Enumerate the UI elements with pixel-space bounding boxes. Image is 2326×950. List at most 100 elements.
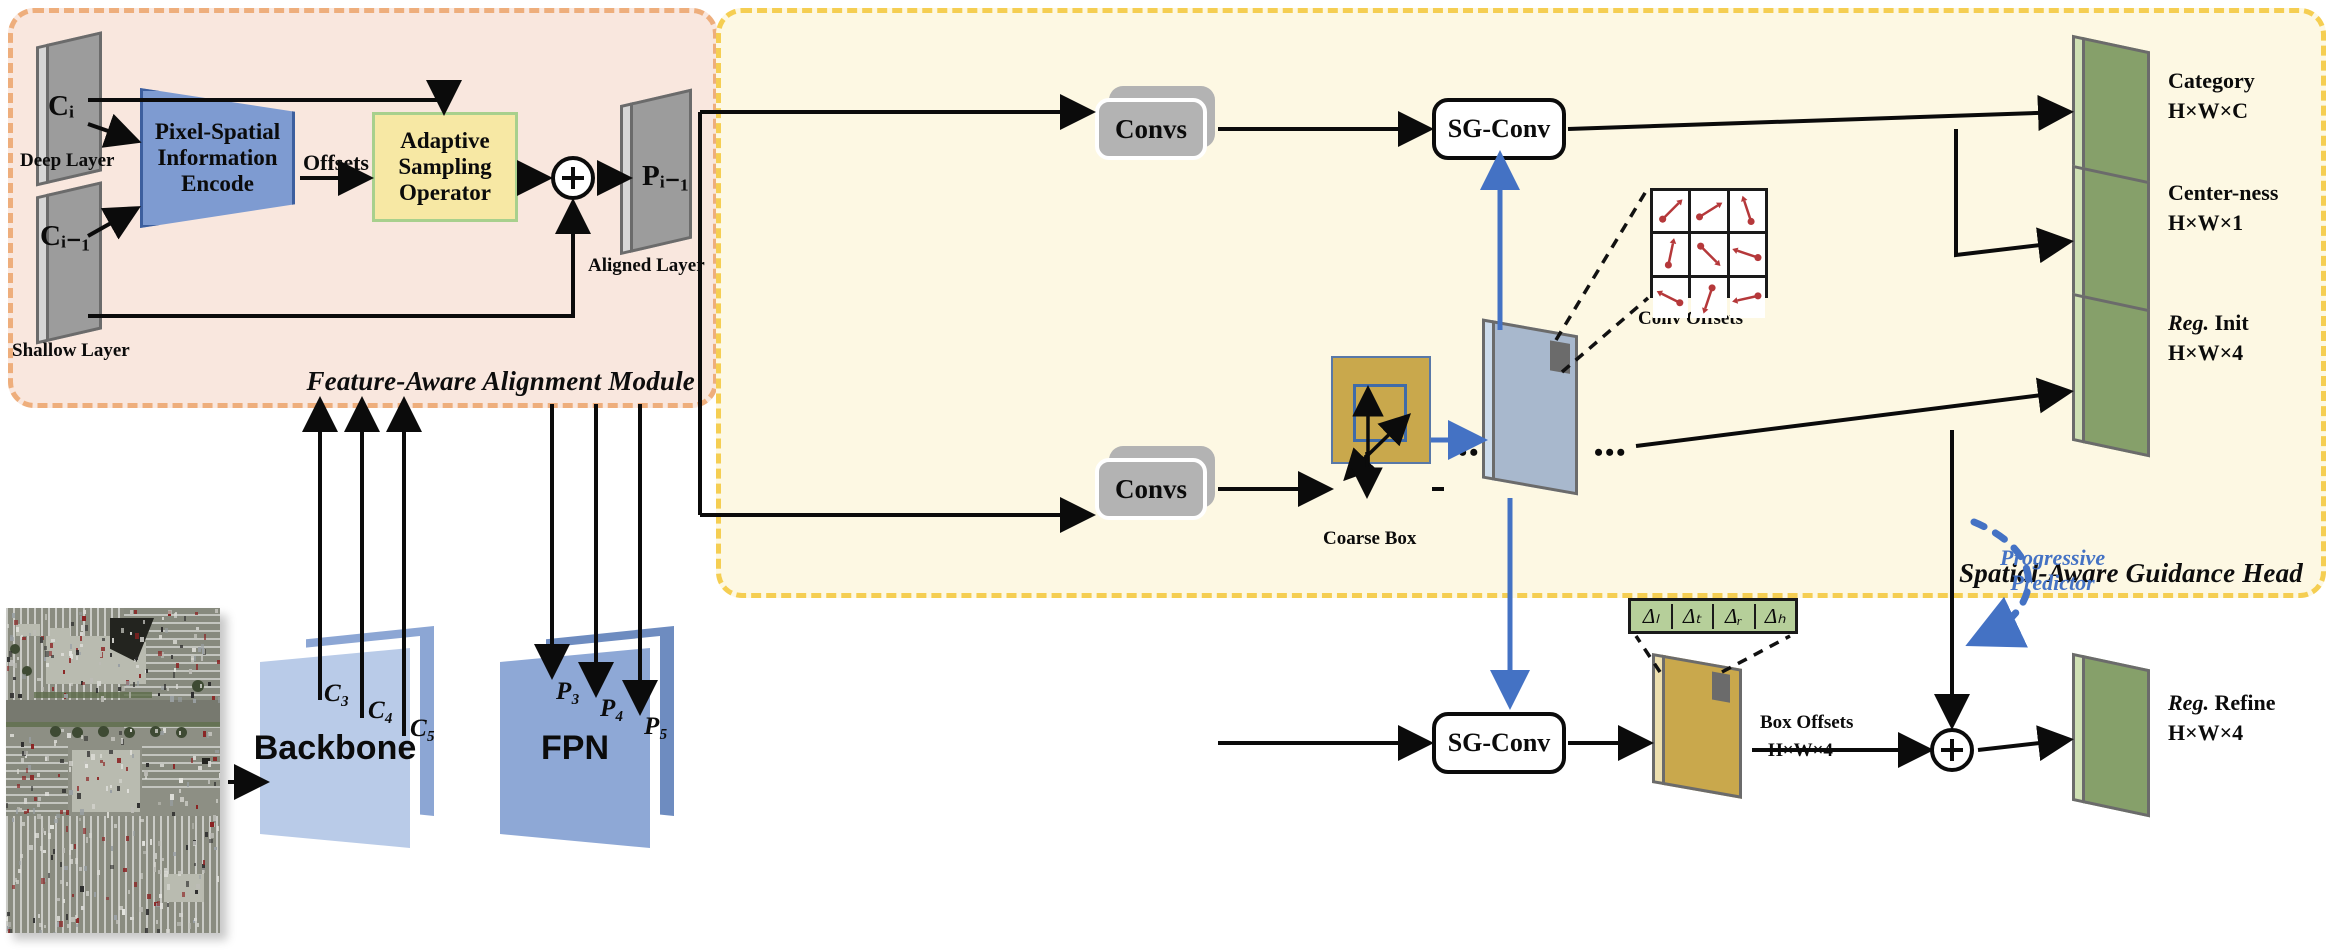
aerial-car-speck	[170, 794, 174, 800]
aerial-car-speck	[137, 681, 139, 687]
aerial-car-speck	[21, 742, 25, 747]
aerial-car-speck	[53, 849, 55, 854]
aerial-car-speck	[99, 662, 102, 666]
backbone-output-c3: C₃	[324, 680, 350, 707]
aerial-car-speck	[45, 614, 48, 620]
aerial-car-speck	[130, 632, 133, 636]
aerial-car-speck	[140, 873, 143, 879]
aerial-car-speck	[102, 638, 105, 642]
aerial-car-speck	[33, 808, 35, 814]
aerial-car-speck	[202, 648, 205, 654]
aerial-car-speck	[135, 633, 139, 639]
aerial-car-speck	[85, 764, 88, 768]
aerial-car-speck	[66, 826, 68, 832]
aerial-car-speck	[179, 789, 181, 793]
aerial-car-speck	[121, 764, 123, 769]
aerial-car-speck	[208, 682, 211, 687]
aerial-car-speck	[189, 923, 191, 929]
convs-bottom-block: Convs	[1095, 446, 1215, 520]
aerial-car-speck	[63, 848, 65, 854]
aerial-car-speck	[54, 742, 57, 746]
aerial-car-speck	[80, 886, 84, 892]
aerial-car-speck	[194, 863, 196, 867]
aerial-car-speck	[37, 814, 41, 819]
aerial-car-speck	[126, 767, 128, 771]
output-dims-centerness: H×W×1	[2168, 210, 2244, 235]
aerial-car-speck	[27, 809, 29, 813]
box-offsets-plate	[1652, 652, 1742, 799]
offset-vector-icon	[1697, 242, 1721, 267]
box-offsets-label: Box Offsets	[1760, 712, 1854, 733]
aerial-car-speck	[60, 759, 64, 763]
aerial-car-speck	[196, 627, 200, 631]
plate-face	[2082, 654, 2150, 818]
aerial-car-speck	[159, 635, 163, 639]
aerial-car-speck	[81, 625, 84, 631]
aerial-car-speck	[160, 903, 163, 909]
aerial-car-speck	[100, 754, 103, 758]
offset-vector-icon	[1696, 202, 1723, 221]
aerial-car-speck	[7, 666, 9, 672]
offset-vector-icon	[1664, 238, 1677, 269]
aerial-car-speck	[71, 622, 75, 626]
aerial-car-speck	[97, 681, 101, 686]
aerial-car-speck	[79, 867, 82, 871]
aerial-car-speck	[147, 894, 151, 899]
aerial-car-speck	[17, 657, 19, 661]
aerial-car-speck	[60, 810, 63, 814]
aerial-car-speck	[129, 692, 132, 698]
aerial-car-speck	[86, 837, 89, 843]
aerial-car-speck	[97, 777, 99, 781]
aerial-car-speck	[155, 853, 158, 859]
aerial-car-speck	[164, 868, 167, 873]
aerial-car-speck	[40, 846, 42, 852]
aerial-car-speck	[40, 637, 43, 643]
aerial-car-speck	[64, 694, 68, 698]
aerial-car-speck	[106, 786, 108, 792]
aerial-car-speck	[33, 630, 37, 635]
aerial-car-speck	[69, 683, 73, 687]
aerial-car-speck	[82, 682, 86, 686]
aerial-car-speck	[67, 733, 71, 739]
aerial-car-speck	[158, 651, 162, 656]
aerial-car-speck	[196, 884, 200, 890]
aerial-car-speck	[66, 810, 70, 816]
aerial-car-speck	[146, 669, 149, 674]
aerial-car-speck	[143, 851, 146, 855]
aerial-car-speck	[173, 672, 176, 678]
aerial-car-speck	[101, 647, 105, 651]
aerial-car-speck	[196, 805, 199, 809]
aerial-car-speck	[117, 758, 121, 763]
aerial-car-speck	[179, 913, 183, 917]
aerial-car-speck	[157, 929, 161, 933]
aerial-car-speck	[87, 751, 90, 757]
aerial-car-speck	[7, 912, 10, 916]
reg-refine-name: Refine	[2214, 690, 2276, 715]
aerial-car-speck	[180, 645, 183, 649]
aerial-car-speck	[110, 653, 113, 658]
conv-offset-cell	[1729, 191, 1765, 232]
aerial-car-speck	[119, 906, 123, 911]
aerial-car-speck	[139, 907, 143, 913]
aerial-car-speck	[175, 612, 178, 616]
aerial-car-speck	[201, 644, 204, 649]
aerial-car-speck	[6, 803, 8, 809]
aerial-car-speck	[215, 750, 219, 754]
output-label-category: Category	[2168, 68, 2255, 93]
aerial-car-speck	[203, 860, 205, 866]
ellipsis-before-reg-init: •••	[1594, 438, 1628, 467]
aerial-car-speck	[22, 674, 26, 679]
aerial-car-speck	[10, 693, 14, 699]
aerial-car-speck	[34, 797, 37, 801]
aerial-car-speck	[96, 688, 99, 693]
aerial-car-speck	[72, 894, 74, 898]
psie-line2: Information	[157, 145, 278, 171]
backbone-output-c4: C₄	[368, 697, 394, 724]
box-offsets-dims: H×W×4	[1768, 740, 1833, 761]
aerial-car-speck	[54, 819, 58, 824]
aerial-car-speck	[58, 774, 60, 778]
aerial-car-speck	[94, 892, 96, 898]
aerial-car-speck	[179, 778, 183, 784]
aerial-car-speck	[84, 866, 87, 871]
convs-top-label: Convs	[1095, 98, 1207, 160]
